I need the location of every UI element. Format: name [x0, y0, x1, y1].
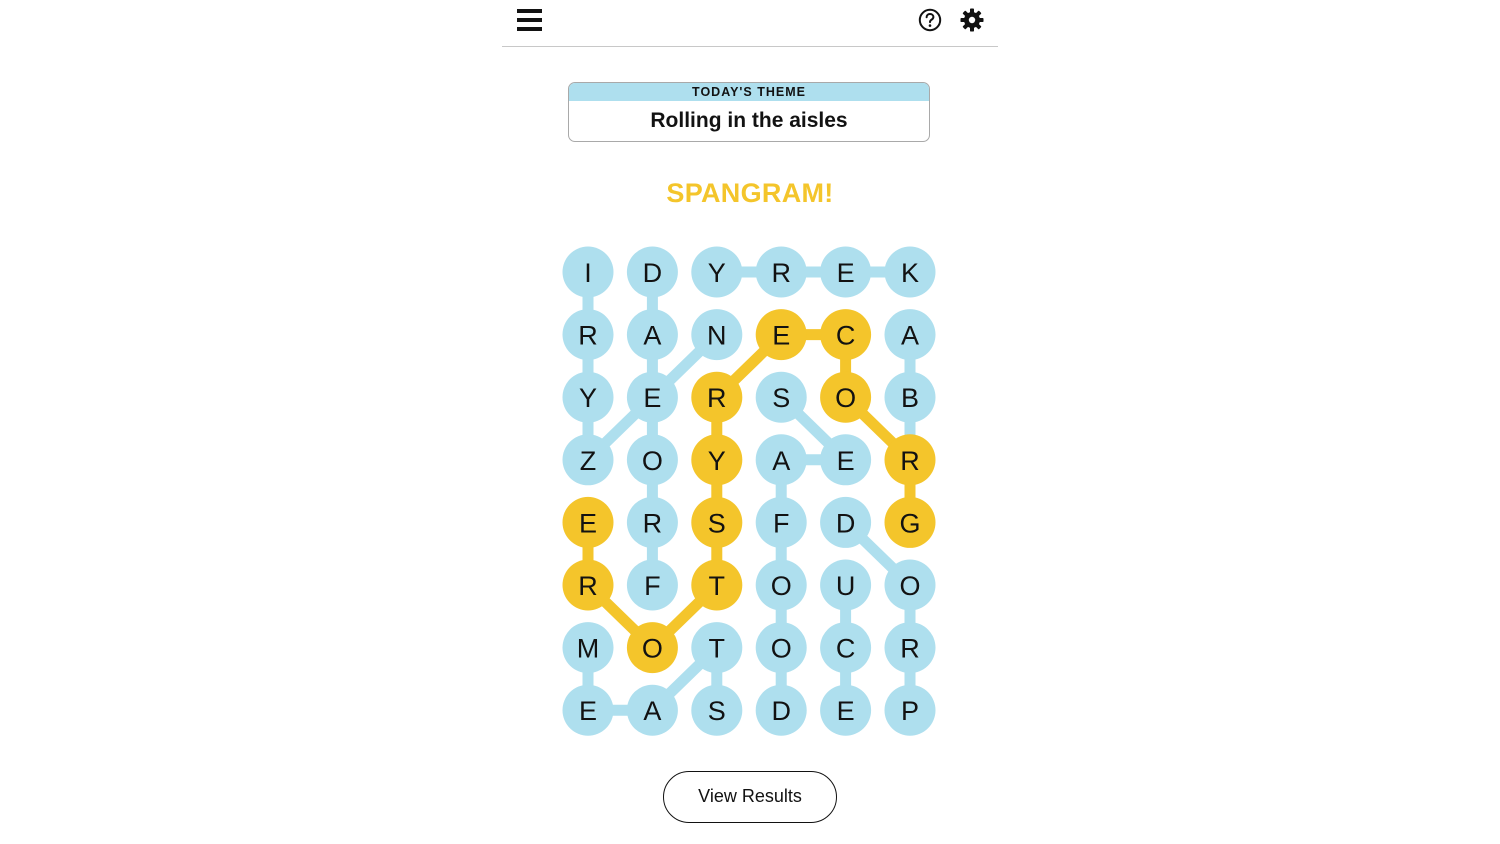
view-results-button[interactable]: View Results: [663, 771, 837, 823]
letter-cell-r7c5[interactable]: P: [884, 684, 936, 736]
letter-cell-r7c3[interactable]: D: [755, 684, 807, 736]
letter-cell-r5c3[interactable]: O: [755, 559, 807, 611]
letter-cell-r3c4[interactable]: E: [820, 434, 872, 486]
letter-cell-r0c5[interactable]: K: [884, 246, 936, 298]
letter-cell-r2c5[interactable]: B: [884, 371, 936, 423]
letter: R: [707, 383, 727, 413]
letter: E: [579, 696, 597, 726]
letter: G: [899, 508, 920, 538]
letter: T: [709, 634, 726, 664]
letter: D: [771, 696, 791, 726]
letter-cell-r0c0[interactable]: I: [562, 246, 614, 298]
letter: M: [577, 634, 600, 664]
letter: R: [771, 258, 791, 288]
letter-cell-r6c5[interactable]: R: [884, 622, 936, 674]
letter-cell-r5c1[interactable]: F: [626, 559, 678, 611]
letter-cell-r4c3[interactable]: F: [755, 496, 807, 548]
letter: E: [837, 696, 855, 726]
letter-cell-r1c4[interactable]: C: [820, 309, 872, 361]
letter: F: [644, 571, 661, 601]
letter-cell-r7c0[interactable]: E: [562, 684, 614, 736]
letter: B: [901, 383, 919, 413]
letter-cell-r3c0[interactable]: Z: [562, 434, 614, 486]
letter: C: [836, 321, 856, 351]
letter-cell-r4c2[interactable]: S: [691, 496, 743, 548]
letter: Y: [708, 258, 726, 288]
letter: F: [773, 508, 790, 538]
letter: A: [901, 321, 919, 351]
letter-cell-r5c4[interactable]: U: [820, 559, 872, 611]
letter: A: [643, 696, 661, 726]
letter: E: [579, 508, 597, 538]
letter-cell-r3c2[interactable]: Y: [691, 434, 743, 486]
letter-cell-r4c0[interactable]: E: [562, 496, 614, 548]
letter-cell-r0c3[interactable]: R: [755, 246, 807, 298]
letter-cell-r0c1[interactable]: D: [626, 246, 678, 298]
letter: E: [837, 446, 855, 476]
letter: C: [836, 634, 856, 664]
letter: Z: [580, 446, 597, 476]
letter: O: [771, 571, 792, 601]
letter-cell-r6c1[interactable]: O: [626, 622, 678, 674]
letter: A: [643, 321, 661, 351]
letter-cell-r1c3[interactable]: E: [755, 309, 807, 361]
letter: D: [643, 258, 663, 288]
letter-cell-r7c2[interactable]: S: [691, 684, 743, 736]
letter-cell-r6c0[interactable]: M: [562, 622, 614, 674]
letter-cell-r7c4[interactable]: E: [820, 684, 872, 736]
letter-cell-r6c2[interactable]: T: [691, 622, 743, 674]
letter: D: [836, 508, 856, 538]
letter: R: [578, 321, 598, 351]
letter-cell-r2c1[interactable]: E: [626, 371, 678, 423]
letter: O: [835, 383, 856, 413]
letter-cell-r5c2[interactable]: T: [691, 559, 743, 611]
letter-cell-r4c4[interactable]: D: [820, 496, 872, 548]
letter: U: [836, 571, 856, 601]
letter: R: [578, 571, 598, 601]
letter-cell-r2c0[interactable]: Y: [562, 371, 614, 423]
letter: R: [643, 508, 663, 538]
letter: O: [642, 634, 663, 664]
letter-cell-r4c5[interactable]: G: [884, 496, 936, 548]
game-screen: TODAY'S THEME Rolling in the aisles SPAN…: [0, 0, 1500, 844]
letter: E: [772, 321, 790, 351]
letter-cell-r3c1[interactable]: O: [626, 434, 678, 486]
letter: S: [772, 383, 790, 413]
letter-cell-r1c1[interactable]: A: [626, 309, 678, 361]
letter-cell-r7c1[interactable]: A: [626, 684, 678, 736]
letter: P: [901, 696, 919, 726]
letter: I: [584, 258, 592, 288]
letter: K: [901, 258, 919, 288]
letter: O: [771, 634, 792, 664]
letter-cell-r3c3[interactable]: A: [755, 434, 807, 486]
letter: A: [772, 446, 790, 476]
letter-cell-r0c4[interactable]: E: [820, 246, 872, 298]
letter-cell-r3c5[interactable]: R: [884, 434, 936, 486]
letter-grid: I D Y R E K R A N E C A Y E R S O B Z O Y A E R E R S F D G R F T O U O M O T O…: [562, 246, 936, 736]
letter: O: [642, 446, 663, 476]
letter-cell-r2c4[interactable]: O: [820, 371, 872, 423]
letter-cell-r5c0[interactable]: R: [562, 559, 614, 611]
letter: T: [709, 571, 726, 601]
letter: S: [708, 508, 726, 538]
letter-cell-r0c2[interactable]: Y: [691, 246, 743, 298]
letter-cell-r5c5[interactable]: O: [884, 559, 936, 611]
letter-cell-r6c3[interactable]: O: [755, 622, 807, 674]
letter-cell-r1c5[interactable]: A: [884, 309, 936, 361]
letter: O: [899, 571, 920, 601]
letter: N: [707, 321, 727, 351]
letter-cell-r2c2[interactable]: R: [691, 371, 743, 423]
letter-cell-r6c4[interactable]: C: [820, 622, 872, 674]
letter: Y: [579, 383, 597, 413]
letter-cell-r2c3[interactable]: S: [755, 371, 807, 423]
letter: E: [837, 258, 855, 288]
letter: S: [708, 696, 726, 726]
letter: R: [900, 634, 920, 664]
letter-cell-r4c1[interactable]: R: [626, 496, 678, 548]
letter: R: [900, 446, 920, 476]
letter: Y: [708, 446, 726, 476]
letter-cell-r1c0[interactable]: R: [562, 309, 614, 361]
letter-cell-r1c2[interactable]: N: [691, 309, 743, 361]
letter: E: [643, 383, 661, 413]
